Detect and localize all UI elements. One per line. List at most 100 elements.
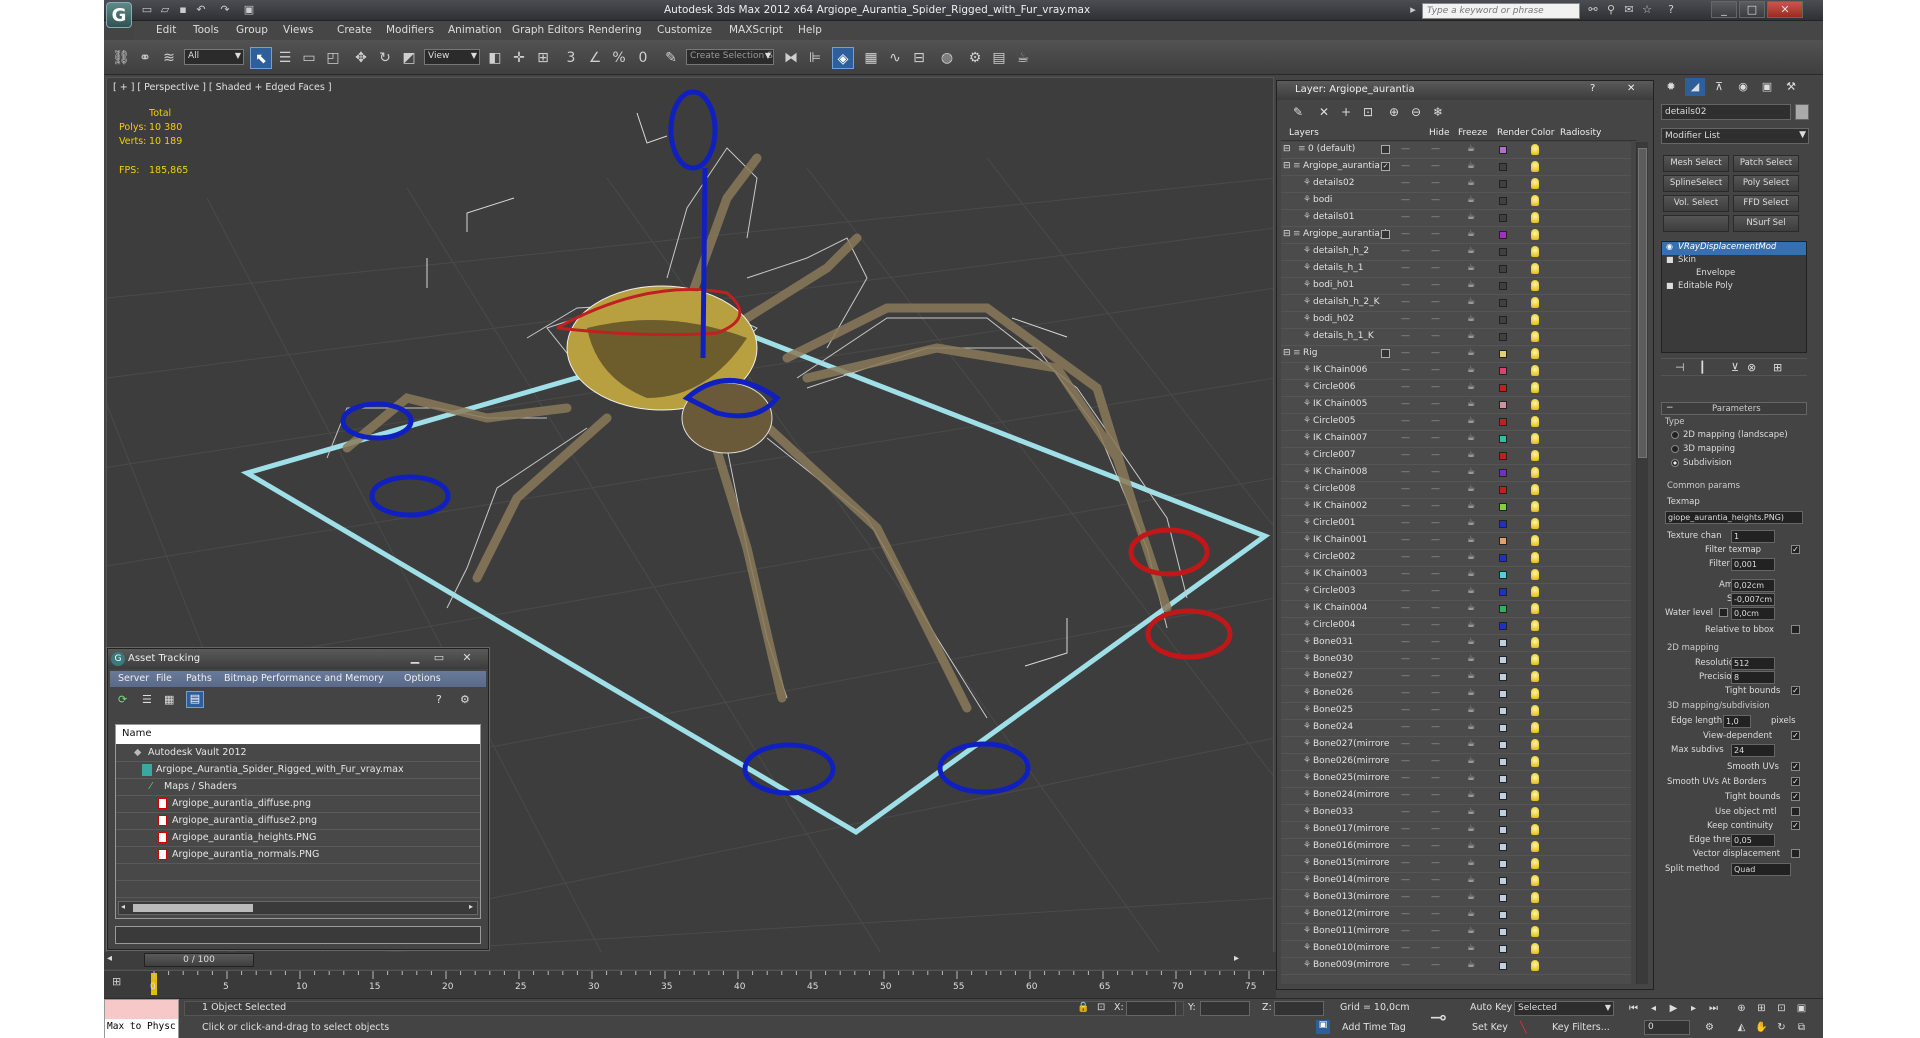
menu-customize[interactable]: Customize — [657, 24, 712, 36]
highlight-layer-icon[interactable]: ⊕ — [1385, 103, 1403, 121]
layer-row[interactable]: ⚘ Bone026 — — ☕ — [1281, 686, 1631, 703]
filter-blur-field[interactable]: 0,001 — [1731, 558, 1775, 571]
modifier-toggle-icon[interactable]: ◉ — [1666, 242, 1673, 251]
render-teapot-icon[interactable]: ☕ — [1467, 467, 1475, 477]
stack-item[interactable]: Envelope — [1662, 268, 1806, 281]
freeze-toggle[interactable]: — — [1431, 433, 1440, 443]
radiosity-bulb-icon[interactable] — [1531, 892, 1539, 903]
move-icon[interactable]: ✥ — [350, 47, 372, 69]
key-icon[interactable]: ⊸ — [1430, 1005, 1447, 1029]
render-teapot-icon[interactable]: ☕ — [1467, 484, 1475, 494]
hide-toggle[interactable]: — — [1401, 399, 1410, 409]
layer-name[interactable]: details02 — [1313, 178, 1354, 188]
freeze-toggle[interactable]: — — [1431, 518, 1440, 528]
layer-row[interactable]: ⚘ IK Chain005 — — ☕ — [1281, 397, 1631, 414]
layer-color-swatch[interactable] — [1499, 622, 1507, 630]
layer-name[interactable]: Bone013(mirrore — [1313, 892, 1389, 902]
menu-create[interactable]: Create — [337, 24, 372, 36]
app-logo-button[interactable]: G — [106, 2, 132, 28]
relative-bbox-checkbox[interactable] — [1791, 625, 1800, 634]
layer-color-swatch[interactable] — [1499, 741, 1507, 749]
radiosity-bulb-icon[interactable] — [1531, 756, 1539, 767]
freeze-toggle[interactable]: — — [1431, 756, 1440, 766]
hide-toggle[interactable]: — — [1401, 756, 1410, 766]
layer-name[interactable]: details01 — [1313, 212, 1354, 222]
pivot-center-icon[interactable]: ◧ — [484, 47, 506, 69]
texture-chan-field[interactable]: 1 — [1731, 530, 1775, 543]
render-teapot-icon[interactable]: ☕ — [1467, 943, 1475, 953]
layer-row[interactable]: ⚘ Bone010(mirrore — — ☕ — [1281, 941, 1631, 958]
layer-color-swatch[interactable] — [1499, 639, 1507, 647]
render-teapot-icon[interactable]: ☕ — [1467, 331, 1475, 341]
auto-key-button[interactable]: Auto Key — [1470, 1002, 1512, 1013]
render-teapot-icon[interactable]: ☕ — [1467, 756, 1475, 766]
ffd-select-button[interactable]: FFD Select — [1733, 195, 1799, 212]
layer-color-swatch[interactable] — [1499, 911, 1507, 919]
layer-color-swatch[interactable] — [1499, 214, 1507, 222]
freeze-toggle[interactable]: — — [1431, 960, 1440, 970]
radiosity-bulb-icon[interactable] — [1531, 739, 1539, 750]
render-teapot-icon[interactable]: ☕ — [1467, 569, 1475, 579]
layer-color-swatch[interactable] — [1499, 945, 1507, 953]
layer-name[interactable]: Bone015(mirrore — [1313, 858, 1389, 868]
radiosity-bulb-icon[interactable] — [1531, 569, 1539, 580]
freeze-toggle[interactable]: — — [1431, 552, 1440, 562]
radiosity-bulb-icon[interactable] — [1531, 280, 1539, 291]
view-dependent-checkbox[interactable]: ✓ — [1791, 731, 1800, 740]
select-object-icon[interactable]: ⬉ — [250, 47, 272, 69]
render-teapot-icon[interactable]: ☕ — [1467, 671, 1475, 681]
layer-name[interactable]: Circle007 — [1313, 450, 1355, 460]
layer-row[interactable]: ⚘ details01 — — ☕ — [1281, 210, 1631, 227]
asset-help-icon[interactable]: ? — [436, 693, 442, 706]
freeze-toggle[interactable]: — — [1431, 841, 1440, 851]
shift-field[interactable]: -0,007cm — [1731, 593, 1775, 606]
viewport-label[interactable]: [ + ] [ Perspective ] [ Shaded + Edged F… — [113, 82, 332, 93]
scroll-right-icon[interactable]: ▸ — [469, 902, 473, 911]
hide-toggle[interactable]: — — [1401, 705, 1410, 715]
asset-hscroll-thumb[interactable] — [133, 904, 253, 912]
radiosity-bulb-icon[interactable] — [1531, 297, 1539, 308]
asset-path-field[interactable] — [115, 926, 481, 944]
freeze-toggle[interactable]: — — [1431, 212, 1440, 222]
hide-toggle[interactable]: — — [1401, 858, 1410, 868]
hide-toggle[interactable]: — — [1401, 263, 1410, 273]
asset-row[interactable]: Argiope_aurantia_normals.PNG — [116, 847, 480, 864]
hide-toggle[interactable]: — — [1401, 484, 1410, 494]
layer-row[interactable]: ⊟ ≡ Rig — — ☕ — [1281, 346, 1631, 363]
layer-name[interactable]: IK Chain002 — [1313, 501, 1367, 511]
keyboard-shortcut-icon[interactable]: ⊞ — [532, 47, 554, 69]
layer-color-swatch[interactable] — [1499, 265, 1507, 273]
layer-row[interactable]: ⚘ Bone012(mirrore — — ☕ — [1281, 907, 1631, 924]
radiosity-bulb-icon[interactable] — [1531, 433, 1539, 444]
layer-name[interactable]: Bone017(mirrore — [1313, 824, 1389, 834]
layer-name[interactable]: Bone026 — [1313, 688, 1353, 698]
utilities-tab-icon[interactable]: ⚒ — [1781, 78, 1801, 96]
table-view-icon[interactable]: ▤ — [186, 691, 204, 708]
layer-row[interactable]: ⚘ Bone027(mirrore — — ☕ — [1281, 737, 1631, 754]
new-file-icon[interactable]: ▭ — [140, 3, 154, 17]
radiosity-bulb-icon[interactable] — [1531, 790, 1539, 801]
layer-name[interactable]: IK Chain006 — [1313, 365, 1367, 375]
scroll-left-icon[interactable]: ◂ — [121, 902, 125, 911]
layer-name[interactable]: Bone025 — [1313, 705, 1353, 715]
render-teapot-icon[interactable]: ☕ — [1467, 892, 1475, 902]
col-radiosity[interactable]: Radiosity — [1560, 128, 1601, 138]
material-editor-icon[interactable]: ◍ — [936, 47, 958, 69]
subscription-icon[interactable]: ⚲ — [1604, 3, 1618, 17]
hide-toggle[interactable]: — — [1401, 807, 1410, 817]
select-by-name-icon[interactable]: ☰ — [274, 47, 296, 69]
hide-toggle[interactable]: — — [1401, 246, 1410, 256]
render-teapot-icon[interactable]: ☕ — [1467, 909, 1475, 919]
render-production-icon[interactable]: ☕ — [1012, 47, 1034, 69]
layer-name[interactable]: IK Chain007 — [1313, 433, 1367, 443]
layer-name[interactable]: details_h_1 — [1313, 263, 1363, 273]
parameters-rollout[interactable]: − Parameters — [1661, 402, 1807, 415]
zoom-all-icon[interactable]: ⊞ — [1754, 1001, 1769, 1016]
make-unique-icon[interactable]: ⊻ — [1731, 361, 1739, 374]
layer-row[interactable]: ⚘ IK Chain006 — — ☕ — [1281, 363, 1631, 380]
edge-thresh-field[interactable]: 0,05 — [1731, 834, 1775, 847]
layer-name[interactable]: Circle004 — [1313, 620, 1355, 630]
window-crossing-icon[interactable]: ◰ — [322, 47, 344, 69]
key-mode-dropdown[interactable]: Selected ▼ — [1514, 1001, 1614, 1016]
help-icon[interactable]: ? — [1664, 3, 1678, 17]
